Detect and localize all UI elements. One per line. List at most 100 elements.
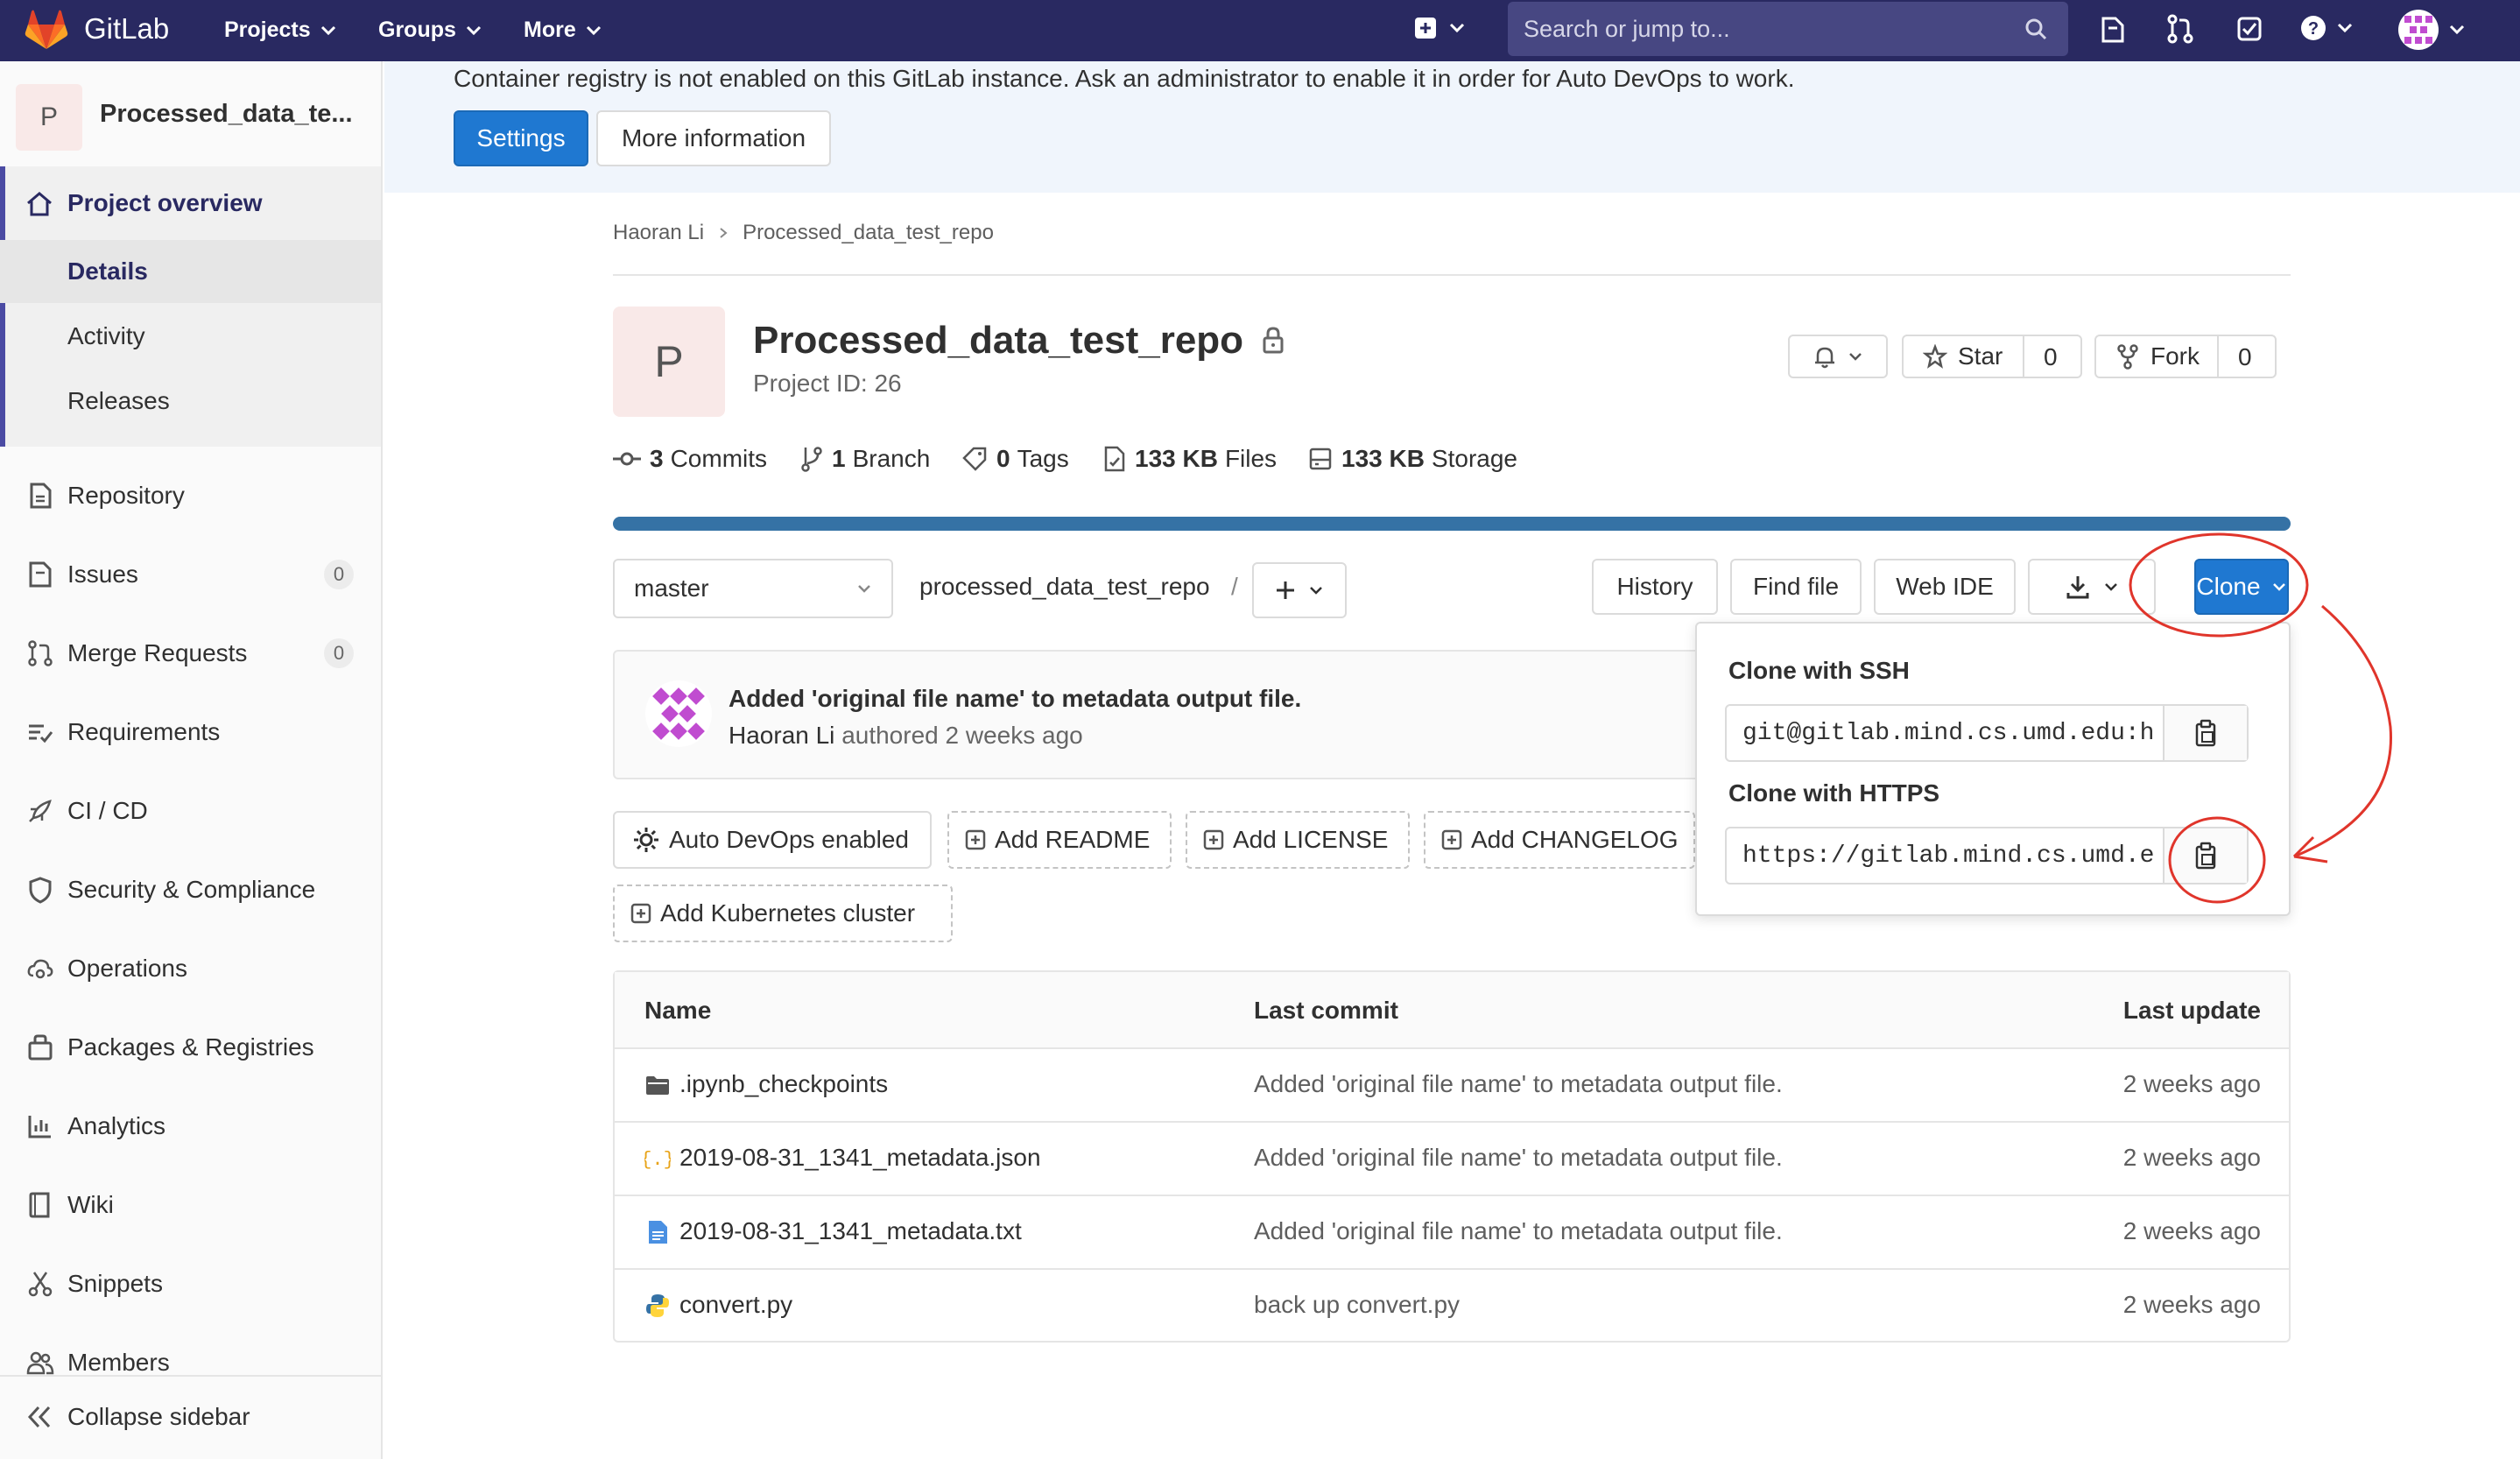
column-header-last-update: Last update: [2122, 997, 2261, 1024]
sidebar-item-snippets[interactable]: Snippets: [0, 1258, 381, 1310]
file-last-commit[interactable]: Added 'original file name' to metadata o…: [1254, 1070, 1783, 1098]
branches-stat[interactable]: 1 Branch: [800, 445, 930, 473]
annotation-circle-clone: [2129, 532, 2309, 638]
table-row[interactable]: convert.py back up convert.py 2 weeks ag…: [615, 1268, 2289, 1342]
file-name[interactable]: .ipynb_checkpoints: [679, 1070, 888, 1098]
plus-square-icon: [1441, 829, 1462, 850]
sidebar-item-requirements[interactable]: Requirements: [0, 706, 381, 758]
breadcrumb-item-user[interactable]: Haoran Li: [613, 221, 704, 245]
groups-menu[interactable]: Groups: [378, 18, 482, 43]
search-input[interactable]: Search or jump to...: [1508, 2, 2068, 56]
chart-icon: [28, 1116, 51, 1138]
file-name[interactable]: 2019-08-31_1341_metadata.json: [679, 1144, 1041, 1172]
commit-meta: Haoran Li authored 2 weeks ago: [729, 722, 1083, 750]
star-button[interactable]: Star 0: [1902, 335, 2082, 378]
avatar[interactable]: [644, 680, 713, 748]
commit-author[interactable]: Haoran Li: [729, 722, 834, 749]
breadcrumb: Haoran Li Processed_data_test_repo: [613, 221, 994, 245]
file-last-update: 2 weeks ago: [2122, 1070, 2261, 1097]
sidebar-item-label: Analytics: [67, 1112, 166, 1139]
sidebar-item-operations[interactable]: Operations: [0, 942, 381, 995]
user-menu[interactable]: [2397, 9, 2466, 51]
project-title-row: Processed_data_test_repo: [753, 319, 1285, 363]
tags-label: Tags: [1017, 445, 1069, 472]
file-name[interactable]: convert.py: [679, 1291, 792, 1319]
branch-selector[interactable]: master: [613, 559, 893, 618]
collapse-sidebar-button[interactable]: Collapse sidebar: [0, 1375, 381, 1459]
repo-path[interactable]: processed_data_test_repo: [919, 573, 1210, 601]
add-changelog-button[interactable]: Add CHANGELOG: [1424, 811, 1695, 869]
chevron-down-icon: [320, 25, 335, 35]
files-stat[interactable]: 133 KB Files: [1103, 445, 1277, 473]
sidebar-item-issues[interactable]: Issues 0: [0, 548, 381, 601]
auto-devops-label: Auto DevOps enabled: [669, 826, 909, 853]
add-kubernetes-cluster-label: Add Kubernetes cluster: [660, 899, 916, 927]
add-to-tree-dropdown[interactable]: [1252, 562, 1347, 618]
clone-https-heading: Clone with HTTPS: [1728, 779, 1940, 807]
sidebar-item-merge-requests[interactable]: Merge Requests 0: [0, 627, 381, 680]
breadcrumb-item-project[interactable]: Processed_data_test_repo: [743, 221, 994, 245]
todo-nav-icon[interactable]: [2236, 16, 2263, 42]
sidebar-subitem-details[interactable]: Details: [0, 240, 381, 303]
sidebar-item-analytics[interactable]: Analytics: [0, 1100, 381, 1152]
file-last-commit[interactable]: back up convert.py: [1254, 1291, 1460, 1319]
sidebar-item-security[interactable]: Security & Compliance: [0, 863, 381, 916]
issues-nav-icon[interactable]: [2100, 16, 2126, 44]
auto-devops-button[interactable]: Auto DevOps enabled: [613, 811, 932, 869]
commit-message[interactable]: Added 'original file name' to metadata o…: [729, 685, 1301, 713]
fork-button[interactable]: Fork 0: [2094, 335, 2277, 378]
file-name[interactable]: 2019-08-31_1341_metadata.txt: [679, 1217, 1022, 1245]
add-kubernetes-cluster-button[interactable]: Add Kubernetes cluster: [613, 885, 953, 942]
add-readme-button[interactable]: Add README: [947, 811, 1172, 869]
sidebar-item-repository[interactable]: Repository: [0, 469, 381, 522]
new-item-dropdown[interactable]: [1413, 16, 1466, 40]
gitlab-logo-icon[interactable]: [25, 9, 68, 51]
storage-stat[interactable]: 133 KB Storage: [1308, 445, 1517, 473]
sidebar-subitem-releases[interactable]: Releases: [0, 370, 381, 433]
sidebar-project-name[interactable]: Processed_data_te...: [100, 100, 353, 129]
banner-settings-button[interactable]: Settings: [454, 110, 588, 166]
repository-languages-bar[interactable]: [613, 517, 2291, 531]
text-file-icon: [649, 1221, 667, 1244]
help-dropdown[interactable]: ?: [2299, 14, 2354, 42]
commits-stat[interactable]: 3 Commits: [613, 445, 767, 473]
banner-more-info-button[interactable]: More information: [596, 110, 831, 166]
annotation-circle-copy: [2168, 816, 2266, 904]
sidebar-subitem-activity[interactable]: Activity: [0, 305, 381, 368]
tags-stat[interactable]: 0 Tags: [961, 445, 1069, 473]
branches-count: 1: [832, 445, 846, 472]
sidebar-item-wiki[interactable]: Wiki: [0, 1179, 381, 1231]
sidebar-item-project-overview[interactable]: Project overview: [0, 166, 381, 240]
divider: [2023, 335, 2024, 378]
table-row[interactable]: {.} 2019-08-31_1341_metadata.json Added …: [615, 1121, 2289, 1195]
merge-request-icon: [28, 640, 53, 666]
merge-request-nav-icon[interactable]: [2166, 14, 2194, 44]
projects-menu[interactable]: Projects: [224, 18, 337, 43]
file-size-icon: [1104, 446, 1125, 472]
file-last-commit[interactable]: Added 'original file name' to metadata o…: [1254, 1217, 1783, 1245]
add-changelog-label: Add CHANGELOG: [1471, 826, 1679, 853]
brand-name[interactable]: GitLab: [84, 12, 169, 46]
column-header-last-commit: Last commit: [1254, 997, 1398, 1024]
fork-icon: [2117, 344, 2138, 370]
history-button[interactable]: History: [1592, 559, 1718, 615]
bell-icon: [1815, 347, 1834, 369]
web-ide-button[interactable]: Web IDE: [1874, 559, 2016, 615]
add-readme-label: Add README: [995, 826, 1151, 853]
table-row[interactable]: .ipynb_checkpoints Added 'original file …: [615, 1047, 2289, 1121]
chevron-down-icon: [1310, 587, 1322, 595]
file-last-commit[interactable]: Added 'original file name' to metadata o…: [1254, 1144, 1783, 1172]
project-avatar[interactable]: P: [16, 84, 82, 151]
file-last-update: 2 weeks ago: [2122, 1144, 2261, 1171]
sidebar-item-packages[interactable]: Packages & Registries: [0, 1021, 381, 1074]
more-menu[interactable]: More: [524, 18, 602, 43]
table-row[interactable]: 2019-08-31_1341_metadata.txt Added 'orig…: [615, 1195, 2289, 1268]
find-file-button[interactable]: Find file: [1730, 559, 1862, 615]
notification-dropdown[interactable]: [1788, 335, 1888, 378]
projects-menu-label: Projects: [224, 18, 311, 42]
commits-count: 3: [650, 445, 664, 472]
storage-label: Storage: [1431, 445, 1518, 472]
add-license-button[interactable]: Add LICENSE: [1186, 811, 1410, 869]
chevron-down-icon: [466, 25, 481, 35]
sidebar-item-ci-cd[interactable]: CI / CD: [0, 785, 381, 837]
